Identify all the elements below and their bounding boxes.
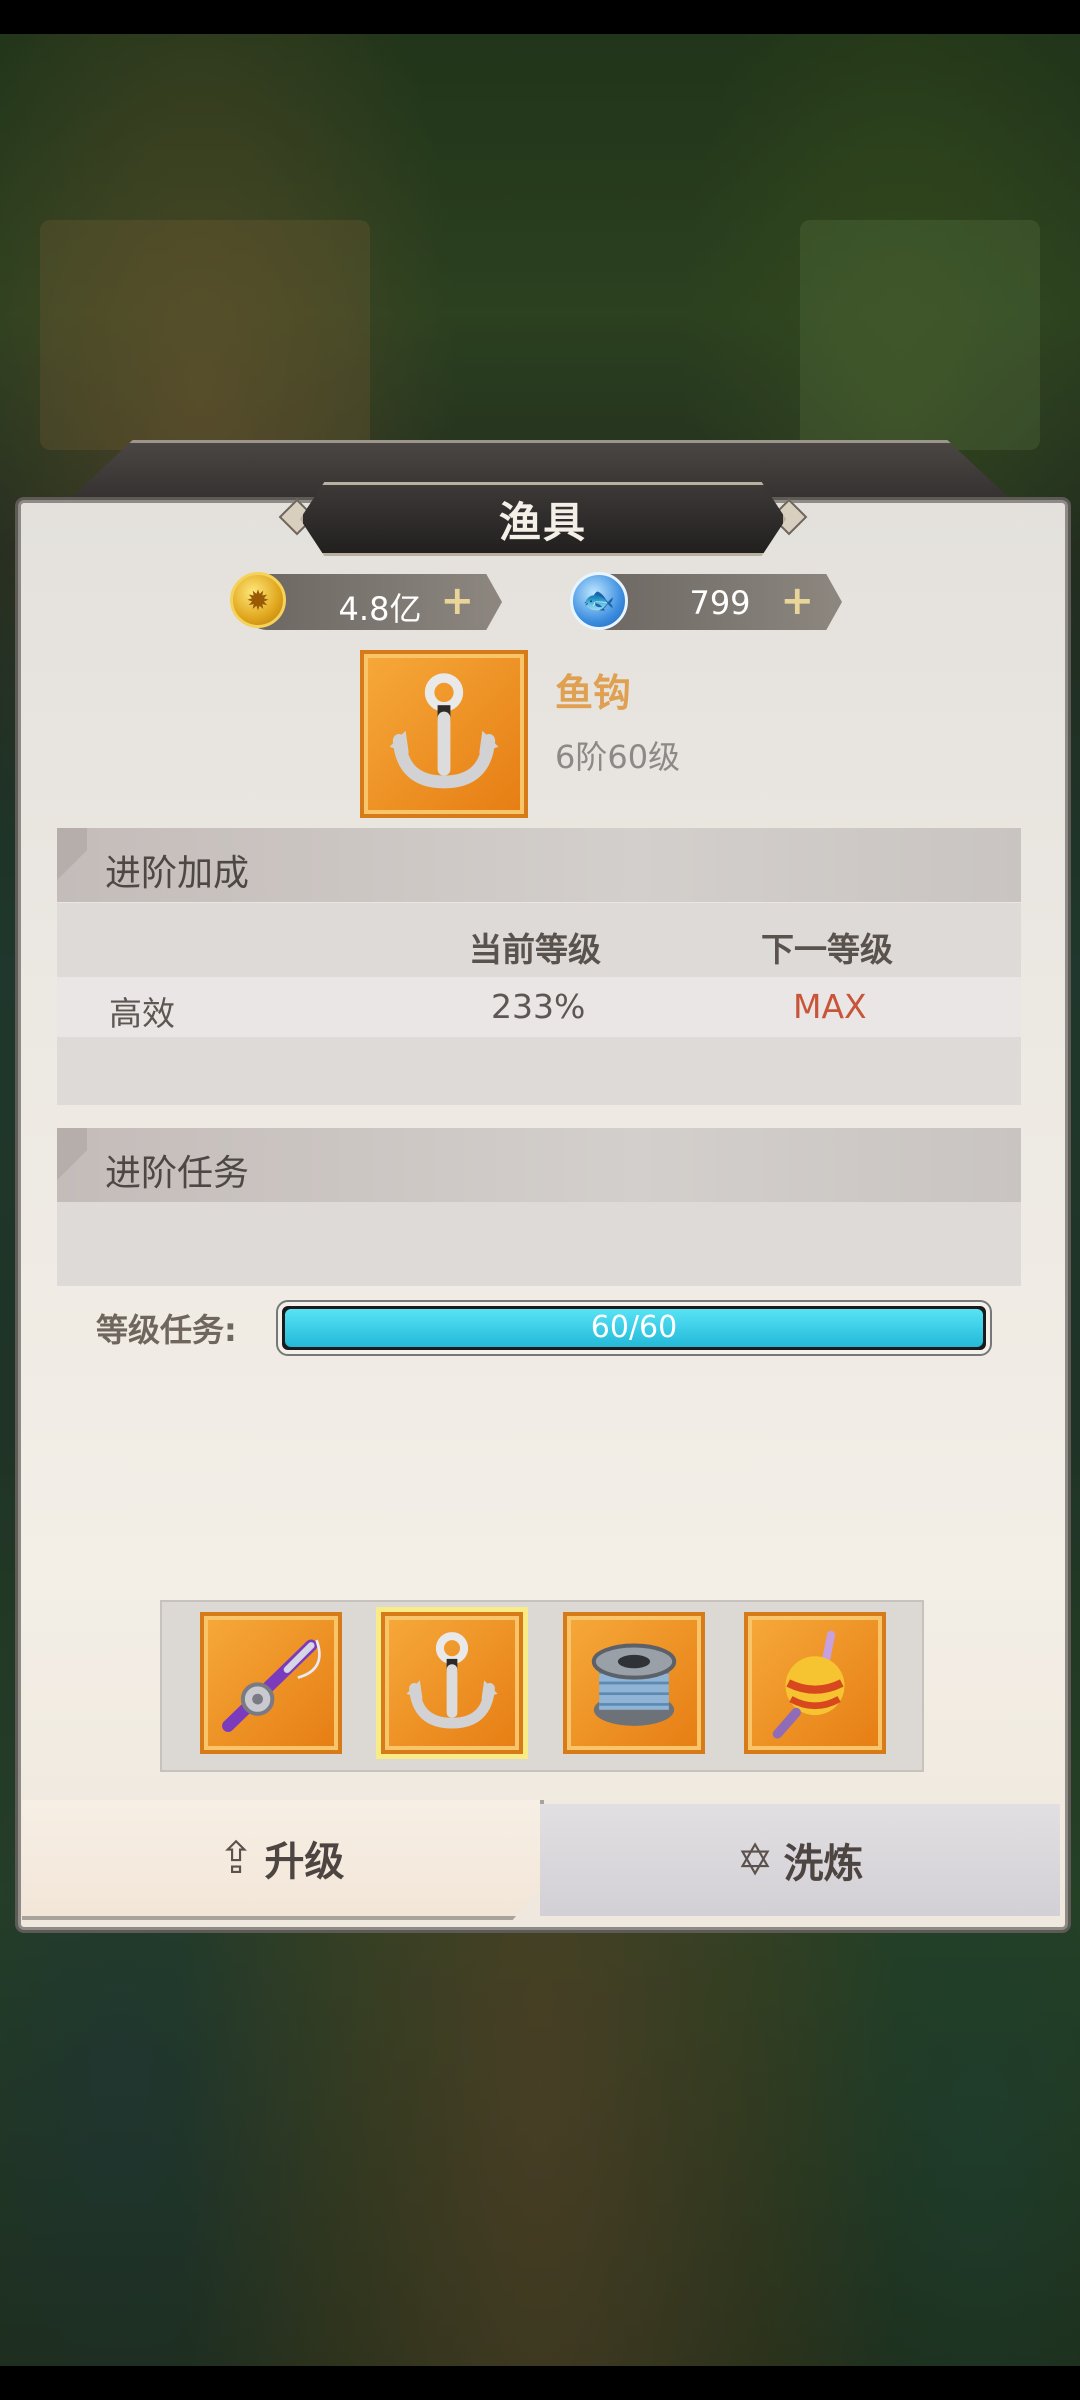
refine-star-icon: ✡ [736, 1834, 774, 1886]
tab-upgrade-label: 升级 [264, 1839, 345, 1885]
upgrade-arrow-icon: ⇪ [217, 1832, 255, 1884]
equipment-slot-hook[interactable] [381, 1612, 523, 1754]
add-gold-button[interactable]: + [440, 578, 474, 624]
level-task-label: 等级任务: [96, 1311, 237, 1349]
stat-label: 高效 [109, 994, 175, 1033]
stat-current-value: 233% [491, 987, 586, 1026]
fish-gem-icon: 🐟 [570, 572, 628, 630]
fishing-reel-icon [591, 1643, 677, 1726]
item-level: 6阶60级 [555, 738, 681, 776]
advance-bonus-header: 进阶加成 [57, 828, 1021, 902]
advance-task-header: 进阶任务 [57, 1128, 1021, 1202]
add-pearl-button[interactable]: + [780, 578, 814, 624]
table-row: 高效 233% MAX [57, 977, 1021, 1037]
title-plate: 渔具 [300, 482, 786, 556]
item-name: 鱼钩 [555, 671, 632, 715]
page-title: 渔具 [498, 497, 587, 547]
progress-text: 60/60 [590, 1310, 678, 1345]
fishing-rod-icon [222, 1639, 321, 1732]
tab-refine[interactable]: ✡ 洗炼 [540, 1804, 1060, 1916]
tab-refine-label: 洗炼 [783, 1841, 864, 1887]
equipment-slot-rod[interactable] [200, 1612, 342, 1754]
advance-task-body [57, 1202, 1021, 1286]
float-bobber-icon [772, 1630, 845, 1739]
equipment-slot-reel[interactable] [563, 1612, 705, 1754]
fish-hook-icon [406, 1632, 498, 1729]
coin-icon: ✹ [230, 572, 286, 628]
bonus-table-header: 当前等级 下一等级 [57, 903, 1021, 977]
bonus-table-footer [57, 1037, 1021, 1105]
tab-upgrade[interactable]: ⇪ 升级 [22, 1800, 544, 1920]
stat-next-value: MAX [793, 987, 867, 1026]
level-task-progress-bar: 60/60 [278, 1302, 990, 1354]
gold-amount: 4.8亿 [338, 590, 422, 628]
equipment-slot-float[interactable] [744, 1612, 886, 1754]
advance-task-title: 进阶任务 [105, 1153, 250, 1194]
column-next-level: 下一等级 [761, 930, 893, 969]
pearl-amount: 799 [689, 584, 751, 622]
fish-hook-icon [389, 673, 499, 789]
selected-item-slot [360, 650, 528, 818]
advance-bonus-title: 进阶加成 [105, 853, 250, 894]
column-current-level: 当前等级 [469, 930, 601, 969]
